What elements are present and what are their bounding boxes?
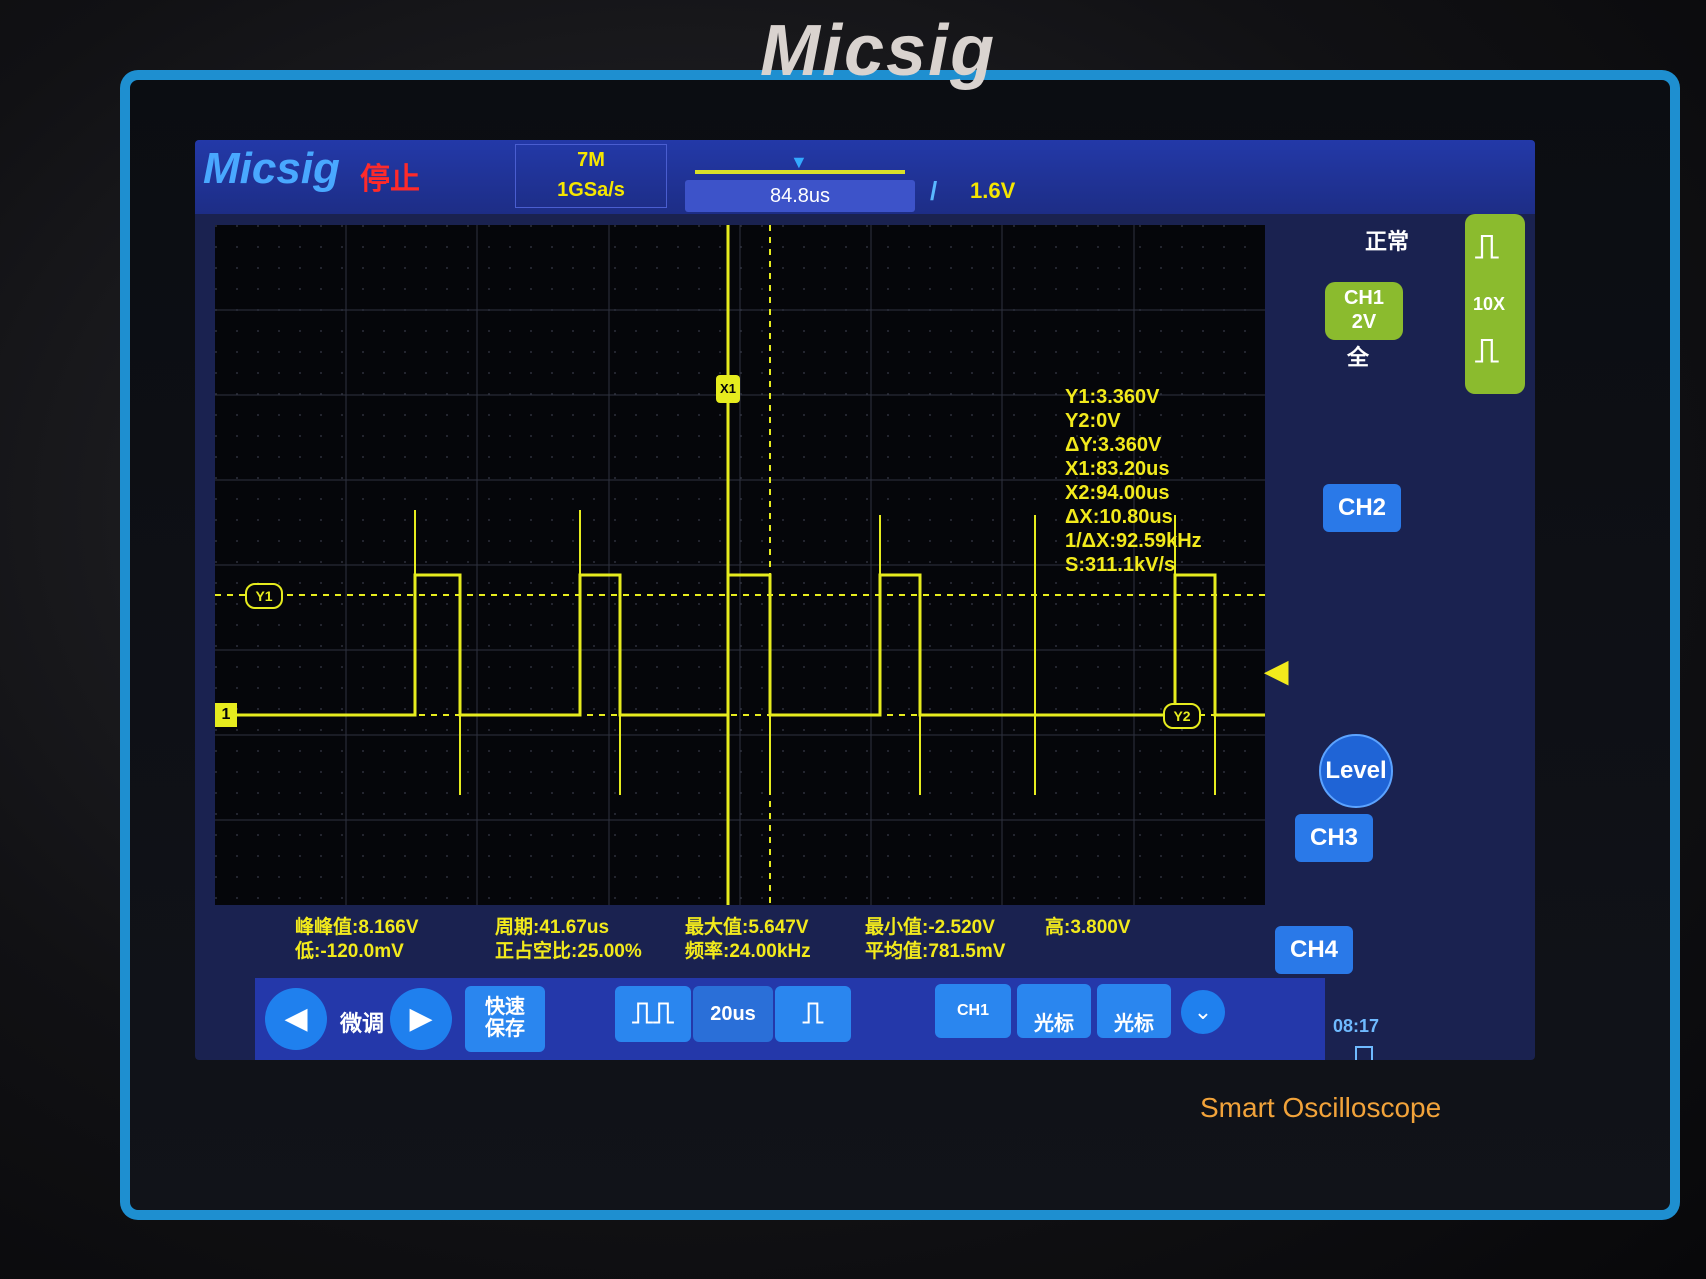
rising-edge-icon[interactable]: / bbox=[930, 176, 937, 207]
quick-save-button[interactable]: 快速 保存 bbox=[465, 986, 545, 1052]
bottom-toolbar: ◀ 微调 ▶ 快速 保存 ⎍⎍ 20us ⎍ CH1 光标 光标 ⌄ bbox=[255, 978, 1325, 1060]
waveform-grid[interactable]: Y1 Y2 X1 1 Y1:3.360V Y2:0V ΔY:3.360V X1:… bbox=[215, 225, 1265, 905]
bandwidth-limit: 全 bbox=[1347, 340, 1369, 372]
timebase-decrease-icon[interactable]: ⎍⎍ bbox=[615, 986, 691, 1042]
measure-high: 高:3.800V bbox=[1045, 912, 1131, 939]
cursor-x1-tag[interactable]: X1 bbox=[716, 375, 740, 403]
battery-icon bbox=[1355, 1046, 1373, 1060]
memory-depth: 7M bbox=[516, 149, 666, 172]
quick-save-label-1: 快速 bbox=[465, 986, 545, 1018]
cursor-x2-value: X2:94.00us bbox=[1065, 481, 1202, 505]
pulse-icon: ⎍ bbox=[1475, 228, 1499, 267]
probe-ratio: 10X bbox=[1473, 294, 1505, 315]
measure-duty: 正占空比:25.00% bbox=[495, 936, 642, 963]
cursor-x1-value: X1:83.20us bbox=[1065, 457, 1202, 481]
acquisition-info[interactable]: 7M 1GSa/s bbox=[515, 144, 667, 208]
measure-pk-pk: 峰峰值:8.166V bbox=[295, 912, 419, 939]
trigger-level-arrow-icon: ◀ bbox=[1265, 654, 1288, 689]
ch1-label: CH1 bbox=[1325, 286, 1403, 310]
ch2-button[interactable]: CH2 bbox=[1323, 484, 1401, 532]
trigger-mode[interactable]: 正常 bbox=[1365, 224, 1409, 256]
cursor-y2-value: Y2:0V bbox=[1065, 409, 1202, 433]
timebase-value[interactable]: 20us bbox=[693, 986, 773, 1042]
trigger-level[interactable]: ␸1.6V bbox=[970, 178, 1015, 204]
vertical-cursor-button[interactable]: 光标 bbox=[1097, 984, 1171, 1038]
level-knob[interactable]: Level bbox=[1319, 734, 1393, 808]
ch3-button[interactable]: CH3 bbox=[1295, 814, 1373, 862]
cursor-y1-value: Y1:3.360V bbox=[1065, 385, 1202, 409]
ch1-offset-marker[interactable]: 1 bbox=[215, 703, 237, 727]
ch4-button[interactable]: CH4 bbox=[1275, 926, 1353, 974]
trigger-type-panel[interactable]: ⎍ 10X ⎍ bbox=[1465, 214, 1525, 394]
edge-icon: ⎍ bbox=[1475, 332, 1499, 371]
cursor-readout-panel: Y1:3.360V Y2:0V ΔY:3.360V X1:83.20us X2:… bbox=[1065, 385, 1202, 577]
measure-freq: 频率:24.00kHz bbox=[685, 936, 811, 963]
cursor-y1-tag[interactable]: Y1 bbox=[245, 583, 283, 609]
cursor-dx-value: ΔX:10.80us bbox=[1065, 505, 1202, 529]
measure-max: 最大值:5.647V bbox=[685, 912, 809, 939]
channel-select-button[interactable]: CH1 bbox=[935, 984, 1011, 1038]
oscilloscope-screen: Micsig 停止 7M 1GSa/s ▼ 84.8us / ␸1.6V bbox=[195, 140, 1535, 1060]
cursor-slope-value: S:311.1kV/s bbox=[1065, 553, 1202, 577]
run-stop-status[interactable]: 停止 bbox=[360, 154, 420, 198]
horizontal-cursor-button[interactable]: 光标 bbox=[1017, 984, 1091, 1038]
fine-left-button[interactable]: ◀ bbox=[265, 988, 327, 1050]
brand-logo-top: Micsig bbox=[760, 10, 996, 92]
measure-min: 最小值:-2.520V bbox=[865, 912, 995, 939]
fine-adjust-label: 微调 bbox=[340, 1006, 384, 1038]
horizontal-offset[interactable]: 84.8us bbox=[685, 180, 915, 212]
trigger-position-icon: ▼ bbox=[790, 152, 808, 173]
right-control-panel: 正常 ⎍ 10X ⎍ CH1 2V 全 CH2 ◀ Level CH3 CH4 … bbox=[1265, 214, 1535, 1060]
cursor-y2-tag[interactable]: Y2 bbox=[1163, 703, 1201, 729]
cursor-dy-value: ΔY:3.360V bbox=[1065, 433, 1202, 457]
timebase-increase-icon[interactable]: ⎍ bbox=[775, 986, 851, 1042]
measure-avg: 平均值:781.5mV bbox=[865, 936, 1005, 963]
chevron-down-icon[interactable]: ⌄ bbox=[1181, 990, 1225, 1034]
measure-period: 周期:41.67us bbox=[495, 912, 609, 939]
ch1-volts-div: 2V bbox=[1325, 310, 1403, 334]
top-status-bar: Micsig 停止 7M 1GSa/s ▼ 84.8us / ␸1.6V bbox=[195, 140, 1535, 214]
ch1-scale-badge[interactable]: CH1 2V bbox=[1325, 282, 1403, 340]
sample-rate: 1GSa/s bbox=[516, 179, 666, 202]
screen-logo: Micsig bbox=[203, 144, 340, 194]
quick-save-label-2: 保存 bbox=[465, 1018, 545, 1040]
clock: 08:17 bbox=[1333, 1016, 1379, 1037]
product-label: Smart Oscilloscope bbox=[1200, 1092, 1441, 1124]
measure-low: 低:-120.0mV bbox=[295, 936, 404, 963]
cursor-inv-dx-value: 1/ΔX:92.59kHz bbox=[1065, 529, 1202, 553]
fine-right-button[interactable]: ▶ bbox=[390, 988, 452, 1050]
